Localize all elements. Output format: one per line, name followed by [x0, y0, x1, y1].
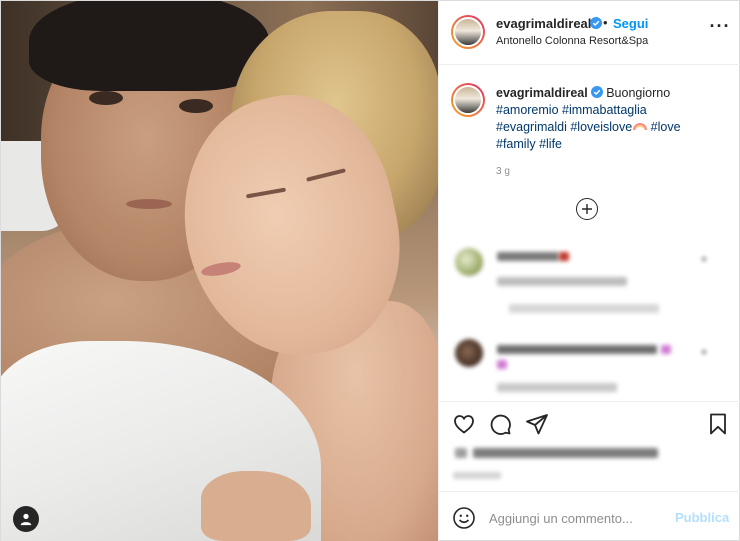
- post-side-panel: evagrimaldireal • Segui Antonello Colonn…: [438, 1, 740, 541]
- caption-username[interactable]: evagrimaldireal: [496, 86, 588, 100]
- comments-section: evagrimaldireal Buongiorno #amoremio #im…: [439, 66, 740, 401]
- avatar[interactable]: [451, 83, 485, 117]
- blurred-comment-author: [497, 252, 559, 261]
- avatar[interactable]: [451, 15, 485, 49]
- caption-timestamp: 3 g: [496, 166, 510, 177]
- verified-badge-icon: [590, 86, 603, 98]
- comment-bubble-icon[interactable]: [488, 412, 512, 436]
- blurred-like-icon: [701, 349, 707, 355]
- hashtag-love[interactable]: #love: [651, 120, 681, 134]
- post-photo[interactable]: [1, 1, 438, 541]
- blurred-replies: [509, 304, 659, 313]
- post-actions: [439, 401, 740, 491]
- publish-button[interactable]: Pubblica: [675, 510, 729, 525]
- blurred-comment-emoji: [559, 252, 569, 261]
- comment-input[interactable]: [489, 506, 669, 530]
- avatar[interactable]: [455, 248, 483, 276]
- follow-button[interactable]: Segui: [613, 16, 648, 31]
- blurred-likes-count: [473, 448, 658, 458]
- blurred-likes-count: [455, 448, 467, 458]
- plus-circle-icon[interactable]: [576, 198, 598, 220]
- list-item: [439, 333, 740, 401]
- smiley-icon[interactable]: [452, 506, 476, 530]
- heart-icon[interactable]: [452, 412, 476, 436]
- caption-text: evagrimaldireal Buongiorno #amoremio #im…: [496, 85, 731, 153]
- post-header: evagrimaldireal • Segui Antonello Colonn…: [439, 1, 740, 65]
- blurred-comment-meta: [497, 383, 617, 392]
- blurred-comment-emoji: [497, 360, 507, 369]
- blurred-comment-meta: [497, 277, 627, 286]
- header-username[interactable]: evagrimaldireal: [496, 16, 591, 31]
- location-link[interactable]: Antonello Colonna Resort&Spa: [496, 35, 648, 47]
- instagram-post: evagrimaldireal • Segui Antonello Colonn…: [0, 0, 740, 541]
- blurred-like-icon: [701, 256, 707, 262]
- blurred-comment-emoji: [661, 345, 671, 354]
- hashtags-line-2[interactable]: #evagrimaldi #loveislove: [496, 120, 632, 134]
- bookmark-icon[interactable]: [706, 412, 730, 436]
- verified-badge-icon: [590, 17, 602, 29]
- hashtags-line-1[interactable]: #amoremio #immabattaglia: [496, 103, 647, 117]
- paper-plane-icon[interactable]: [525, 412, 549, 436]
- blurred-comment-author: [497, 345, 657, 354]
- avatar[interactable]: [455, 339, 483, 367]
- user-tag-icon[interactable]: [13, 506, 39, 532]
- ellipsis-icon[interactable]: ···: [709, 17, 731, 39]
- add-comment-bar: Pubblica: [439, 491, 740, 541]
- rainbow-emoji-icon: [633, 123, 648, 130]
- separator-dot: •: [603, 15, 608, 30]
- blurred-post-date: [453, 472, 501, 479]
- caption-message: Buongiorno: [606, 86, 671, 100]
- hashtags-line-3[interactable]: #family #life: [496, 137, 562, 151]
- list-item: [439, 242, 740, 322]
